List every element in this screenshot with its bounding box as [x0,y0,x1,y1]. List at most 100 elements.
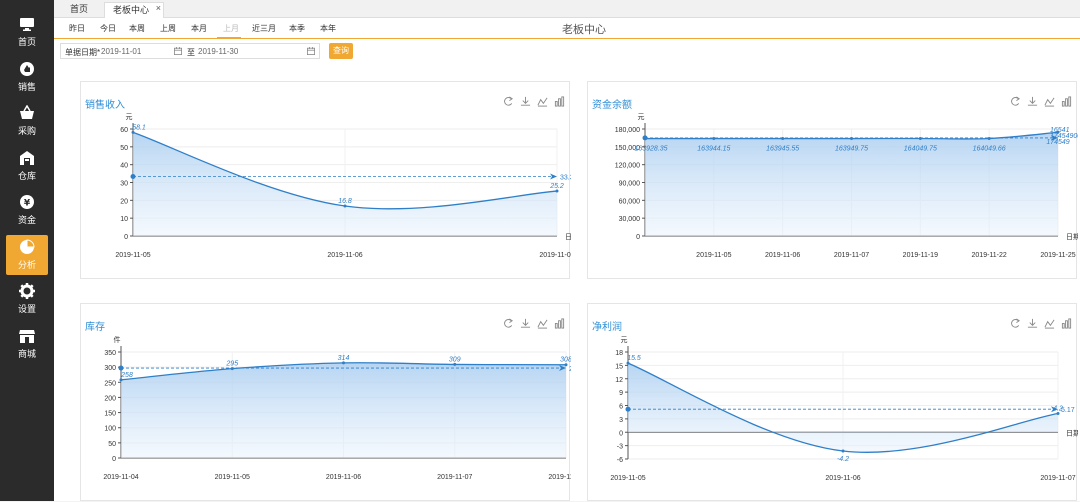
sidebar-item-0[interactable]: 首页 [6,12,48,52]
data-label: 16.8 [338,198,352,205]
x-tick-label: 2019-11-07 [834,252,869,259]
y-tick-label: 50 [120,145,128,152]
y-axis-name: 元 [638,113,645,121]
data-point[interactable] [712,137,716,141]
sidebar-item-6[interactable]: 设置 [6,279,48,319]
period-0[interactable]: 昨日 [69,23,85,34]
date-filter: 单据日期* 2019-11-01 至 2019-11-30 [60,43,320,59]
close-icon[interactable]: × [156,1,161,16]
period-5[interactable]: 上月 [223,23,239,34]
sidebar-item-label: 商城 [17,348,36,359]
date-filter-label: 单据日期* [65,48,101,57]
calendar-icon[interactable] [307,47,315,55]
data-point[interactable] [987,136,991,140]
inventory-panel: 库存050100150200250300350件日期2019-11-042019… [80,303,571,501]
data-label: 164049.66 [973,145,1006,152]
data-label: 163944.15 [697,146,730,153]
x-tick-label: 2019-11-07 [437,474,472,481]
data-point[interactable] [781,137,785,141]
data-label: 258 [120,372,133,379]
data-label: 164049.75 [904,145,937,152]
x-tick-label: 2019-11-05 [696,252,731,259]
period-3[interactable]: 上周 [160,23,176,34]
period-6[interactable]: 近三月 [252,23,276,34]
sidebar-item-label: 分析 [17,259,36,270]
y-tick-label: 30,000 [619,216,641,223]
sidebar-item-label: 仓库 [17,170,36,181]
sidebar-item-1[interactable]: 销售 [6,57,48,97]
y-tick-label: 40 [120,163,128,170]
tab-boss-center[interactable]: 老板中心 × [104,1,165,18]
line-chart: 0 10 20 30 40 50 60 元日期 2019-11-05 2019-11-06 2019… [115,113,571,259]
end-date-input[interactable]: 2019-11-30 [198,47,238,56]
sidebar-item-4[interactable]: ¥ 资金 [6,190,48,230]
date-range-separator: 至 [187,48,195,57]
period-4[interactable]: 本月 [191,23,207,34]
query-button[interactable]: 查询 [329,43,353,59]
series-area [121,362,566,458]
y-tick-label: 20 [120,198,128,205]
y-tick-label: 180,000 [615,127,640,134]
average-label: 33.37 [560,174,571,181]
x-tick-label: 2019-11-07 [1040,475,1075,482]
average-line-start [625,406,631,412]
main-area: 首页 老板中心 × 老板中心 昨日 今日 本周 上周 本月 上月 近三月 本季 本年 单据日期*… [54,0,1080,501]
svg-text:¥: ¥ [24,199,31,209]
data-label: 309 [449,356,461,363]
y-tick-label: 9 [619,390,623,397]
tab-boss-center-label: 老板中心 [113,5,150,15]
x-tick-label: 2019-11-06 [327,252,362,259]
data-label: 163949.75 [835,146,868,153]
average-line-arrow [550,173,557,180]
x-axis-name: 日期 [1066,233,1078,241]
start-date-input[interactable]: 2019-11-01 [101,47,141,56]
end-label: 17454900 [1050,133,1078,140]
y-tick-label: 200 [104,395,116,402]
line-chart: -6 -3 0 3 6 9 12 15 18 元日期 2019-11-05 2019-11-06 201… [610,336,1078,482]
average-label: 5.17 [1061,407,1075,414]
x-tick-label: 2019-11-25 [1040,252,1075,259]
y-tick-label: 6 [619,404,623,411]
data-label: 58.1 [132,124,146,131]
y-tick-label: 120,000 [615,163,640,170]
period-8[interactable]: 本年 [320,23,336,34]
sales-revenue-panel: 销售收入0102030405060元日期2019-11-052019-11-06… [80,81,571,279]
sidebar-item-3[interactable]: 仓库 [6,146,48,186]
data-label: 314 [338,355,350,362]
pie-chart-icon [20,238,35,254]
y-tick-label: 0 [124,234,128,241]
calendar-icon[interactable] [174,47,182,55]
data-label: 174549 [1046,139,1069,146]
y-tick-label: 150 [104,411,116,418]
period-2[interactable]: 本周 [129,23,145,34]
sidebar-item-label: 销售 [17,81,36,92]
x-tick-label: 2019-11-05 [215,474,250,481]
sidebar: 首页销售采购仓库 ¥ 资金分析设置商城 [0,0,54,501]
sidebar-item-label: 设置 [17,304,36,314]
warehouse-icon [20,150,34,165]
monitor-icon [20,18,34,31]
sidebar-item-7[interactable]: 商城 [6,324,48,364]
data-label: 25.2 [549,183,564,190]
x-tick-label: 2019-11-06 [326,474,361,481]
x-tick-label: 2019-11-06 [765,252,800,259]
sidebar-item-2[interactable]: 采购 [6,101,48,141]
sidebar-item-label: 资金 [17,215,36,225]
y-axis-name: 元 [126,113,133,121]
x-tick-label: 2019-11-04 [103,474,138,481]
x-axis-name: 日期 [565,233,571,241]
sidebar-item-5[interactable]: 分析 [6,234,48,275]
x-tick-label: 2019-11-07 [539,252,571,259]
data-point[interactable] [850,137,853,141]
fund-balance-panel: 资金余额 0 30,000 60,000 90,000 120,000 150,000 180… [587,81,1078,279]
data-point[interactable] [841,449,845,453]
tab-home[interactable]: 首页 [62,2,96,18]
average-label: 297 [569,366,571,373]
y-tick-label: 0 [112,456,116,463]
period-7[interactable]: 本季 [289,23,305,34]
y-tick-label: 0 [619,430,623,437]
basket-icon [20,105,34,119]
data-point[interactable] [918,136,922,140]
sidebar-item-label: 首页 [17,37,36,47]
period-1[interactable]: 今日 [100,23,116,34]
